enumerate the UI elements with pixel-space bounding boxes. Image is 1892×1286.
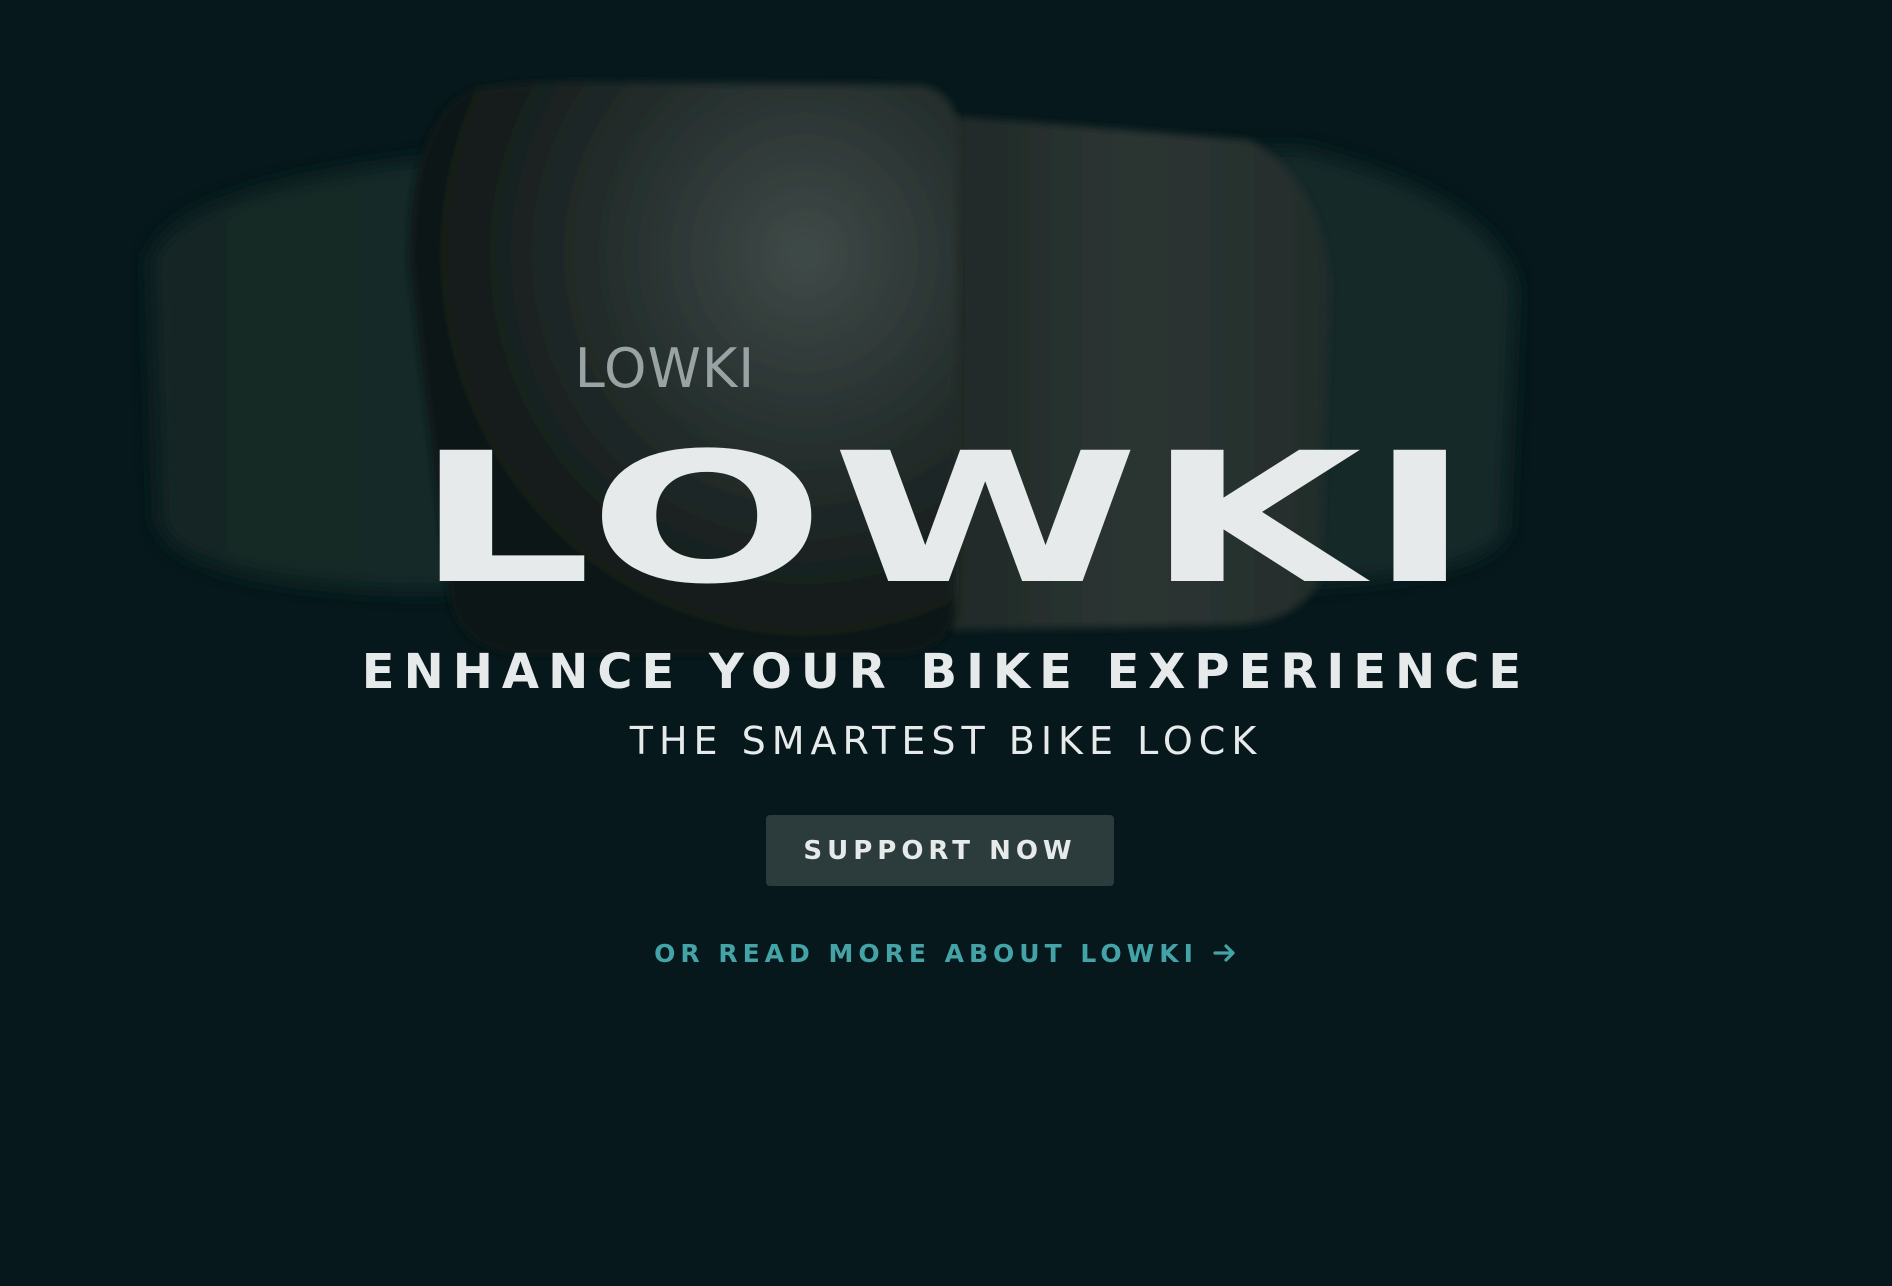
- landing-page: LOWKI LOWKI ENHANCE YOUR BIKE EXPERIENCE…: [0, 0, 1892, 1286]
- support-now-label: SUPPORT NOW: [803, 835, 1077, 866]
- hero-subtitle: THE SMARTEST BIKE LOCK: [629, 719, 1263, 763]
- brand-title: LOWKI: [414, 415, 1478, 624]
- read-more-link[interactable]: OR READ MORE ABOUT LOWKI: [0, 936, 1892, 970]
- arrow-right-icon: [1212, 940, 1238, 966]
- hero-content: LOWKI ENHANCE YOUR BIKE EXPERIENCE THE S…: [0, 0, 1892, 1286]
- read-more-label: OR READ MORE ABOUT LOWKI: [654, 938, 1198, 968]
- support-now-button[interactable]: SUPPORT NOW: [766, 815, 1114, 886]
- hero-tagline: ENHANCE YOUR BIKE EXPERIENCE: [361, 644, 1531, 700]
